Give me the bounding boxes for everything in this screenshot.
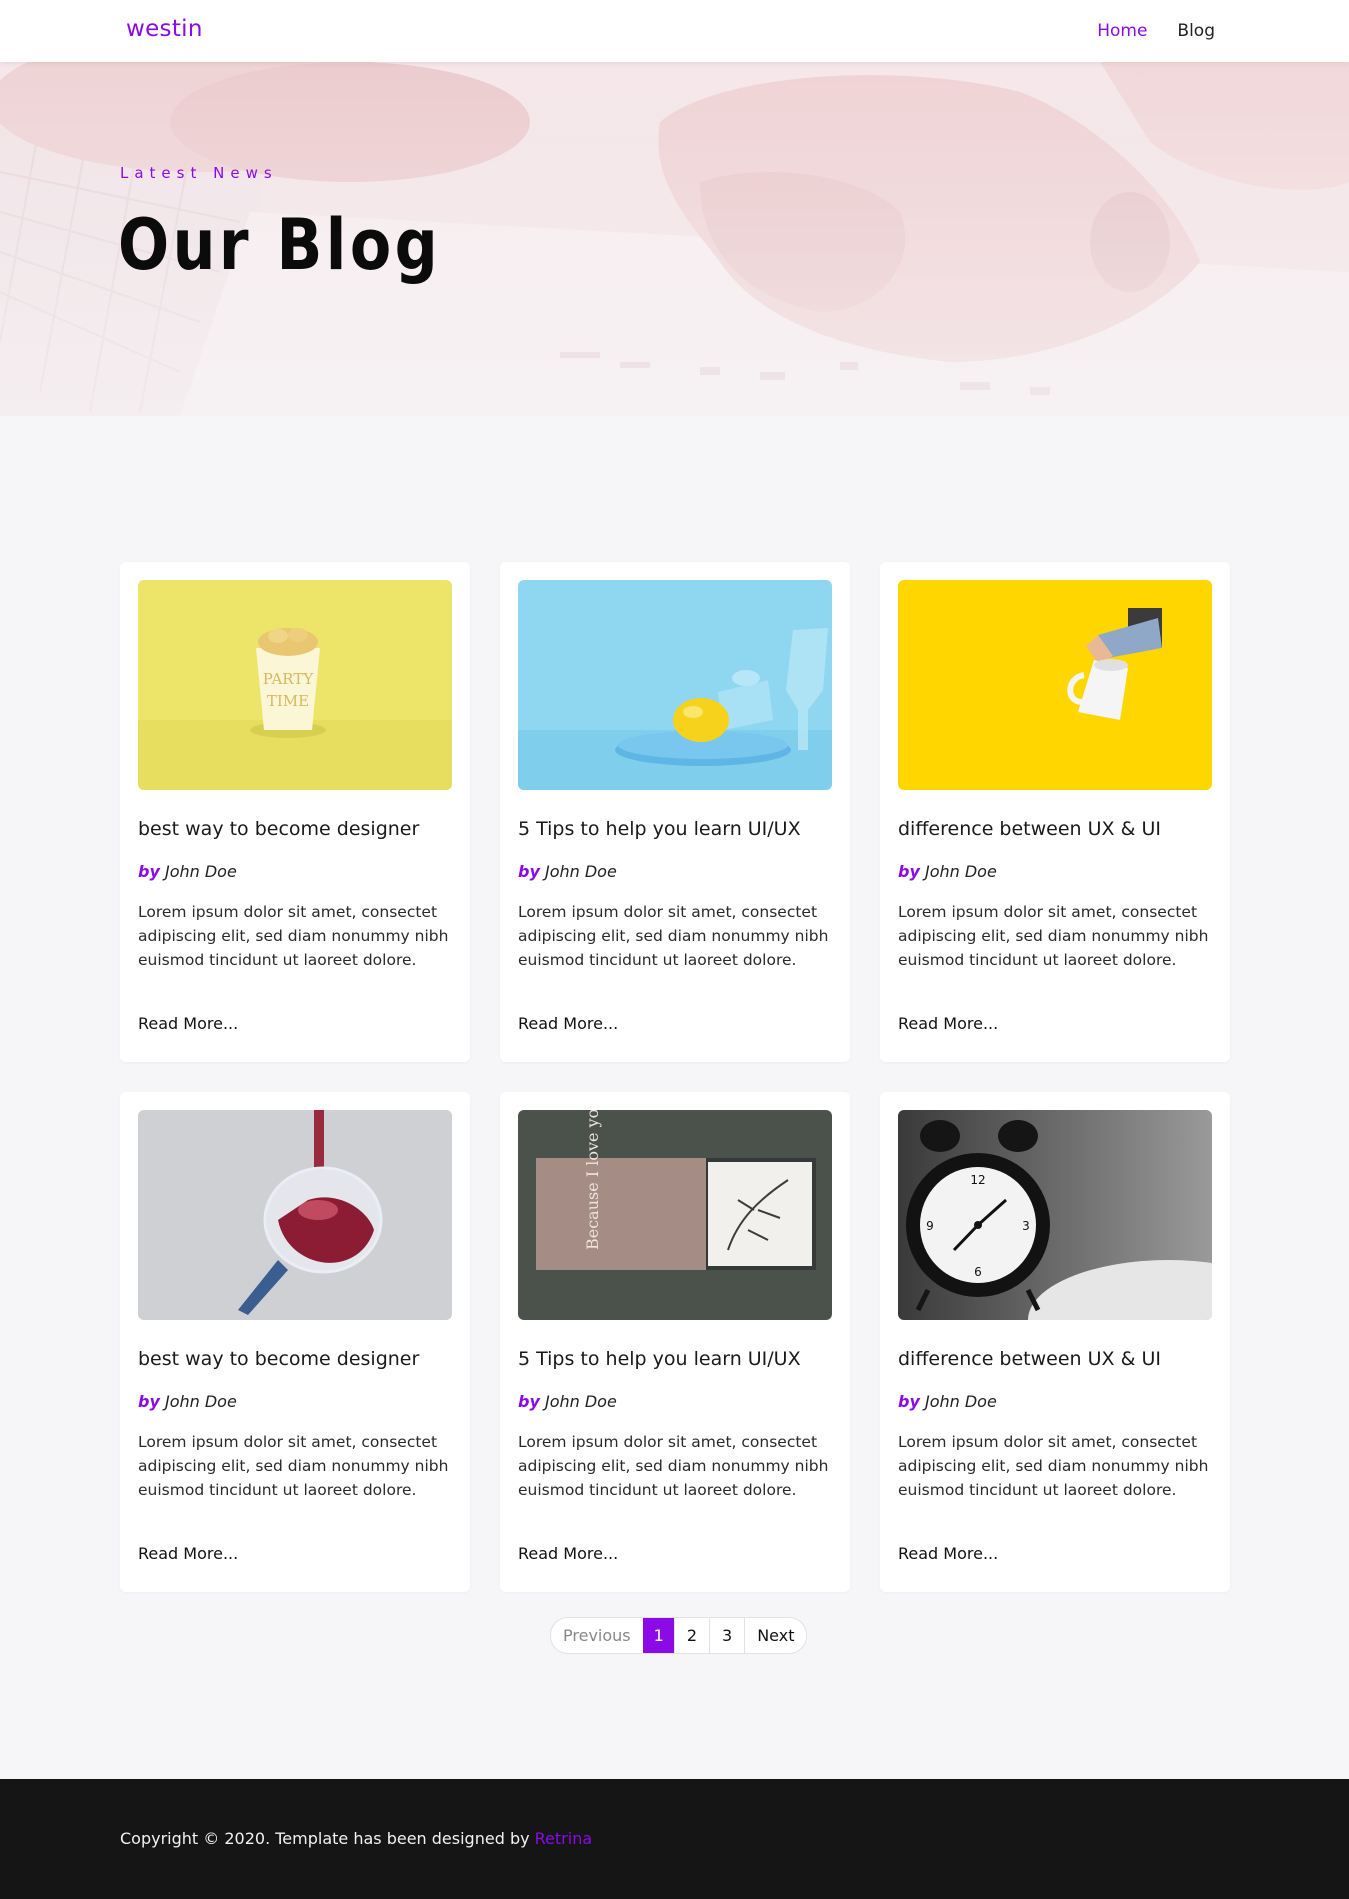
pagination-previous[interactable]: Previous — [551, 1618, 643, 1653]
blog-card: best way to become designer by John Doe … — [120, 1092, 470, 1592]
clock-numeral-6: 6 — [974, 1265, 982, 1279]
blog-card-image[interactable]: PARTY TIME — [138, 580, 452, 790]
pagination-page-2[interactable]: 2 — [673, 1618, 709, 1653]
page-title: Our Blog — [118, 204, 442, 286]
blog-card-title[interactable]: best way to become designer — [138, 818, 458, 840]
blog-card-author: by John Doe — [518, 862, 617, 881]
cup-party-text: PARTY — [263, 670, 315, 688]
blog-card-excerpt: Lorem ipsum dolor sit amet, consectet ad… — [898, 1433, 1209, 1499]
clock-numeral-12: 12 — [970, 1173, 985, 1187]
top-navbar: westin Home Blog — [0, 0, 1349, 62]
blog-card: difference between UX & UI by John Doe L… — [880, 562, 1230, 1062]
read-more-link[interactable]: Read More... — [518, 1544, 618, 1563]
blog-card-excerpt: Lorem ipsum dolor sit amet, consectet ad… — [138, 903, 449, 969]
blog-card-image[interactable] — [138, 1110, 452, 1320]
hand-mug-image — [898, 580, 1212, 790]
read-more-link[interactable]: Read More... — [138, 1544, 238, 1563]
blog-card-image[interactable]: 12 3 6 9 — [898, 1110, 1212, 1320]
page-footer: Copyright © 2020. Template has been desi… — [0, 1779, 1349, 1899]
footer-copyright: Copyright © 2020. Template has been desi… — [120, 1829, 593, 1848]
hero-banner: Latest News Our Blog — [0, 62, 1349, 416]
blog-card-title[interactable]: difference between UX & UI — [898, 818, 1218, 840]
blog-card-excerpt: Lorem ipsum dolor sit amet, consectet ad… — [898, 903, 1209, 969]
blog-card-title[interactable]: 5 Tips to help you learn UI/UX — [518, 1348, 838, 1370]
blog-card-excerpt: Lorem ipsum dolor sit amet, consectet ad… — [518, 1433, 829, 1499]
blog-card: 5 Tips to help you learn UI/UX by John D… — [500, 562, 850, 1062]
blog-card-title[interactable]: 5 Tips to help you learn UI/UX — [518, 818, 838, 840]
blog-card-excerpt: Lorem ipsum dolor sit amet, consectet ad… — [138, 1433, 449, 1499]
blog-card-author: by John Doe — [138, 1392, 237, 1411]
blog-card-excerpt: Lorem ipsum dolor sit amet, consectet ad… — [518, 903, 829, 969]
party-cup-image: PARTY TIME — [138, 580, 452, 790]
clock-numeral-9: 9 — [926, 1219, 934, 1233]
blog-card-title[interactable]: difference between UX & UI — [898, 1348, 1218, 1370]
read-more-link[interactable]: Read More... — [898, 1544, 998, 1563]
blog-card-image[interactable] — [898, 580, 1212, 790]
read-more-link[interactable]: Read More... — [518, 1014, 618, 1033]
blog-card-author: by John Doe — [138, 862, 237, 881]
blog-card-title[interactable]: best way to become designer — [138, 1348, 458, 1370]
blog-card: Because I love you. 5 Tips to help you l… — [500, 1092, 850, 1592]
pagination-page-3[interactable]: 3 — [709, 1618, 744, 1653]
gift-box-image: Because I love you. — [518, 1110, 832, 1320]
blog-card: 12 3 6 9 difference between UX & UI by J… — [880, 1092, 1230, 1592]
hero-eyebrow: Latest News — [120, 164, 278, 182]
cup-time-text: TIME — [267, 692, 309, 710]
nav-link-blog[interactable]: Blog — [1177, 21, 1215, 41]
nav-link-home[interactable]: Home — [1097, 21, 1147, 41]
gift-box-text: Because I love you. — [583, 1110, 602, 1250]
pagination-next[interactable]: Next — [744, 1618, 806, 1653]
main-nav: Home Blog — [1097, 21, 1215, 41]
blog-card: PARTY TIME best way to become designer b… — [120, 562, 470, 1062]
blog-card-author: by John Doe — [898, 862, 997, 881]
pagination: Previous 1 2 3 Next — [550, 1617, 808, 1654]
read-more-link[interactable]: Read More... — [138, 1014, 238, 1033]
blog-card-image[interactable] — [518, 580, 832, 790]
clock-numeral-3: 3 — [1022, 1219, 1030, 1233]
blog-card-author: by John Doe — [898, 1392, 997, 1411]
read-more-link[interactable]: Read More... — [898, 1014, 998, 1033]
blog-card-image[interactable]: Because I love you. — [518, 1110, 832, 1320]
designer-link[interactable]: Retrina — [535, 1829, 592, 1848]
wine-glass-image — [138, 1110, 452, 1320]
alarm-clock-image: 12 3 6 9 — [898, 1110, 1212, 1320]
pagination-page-1[interactable]: 1 — [642, 1618, 674, 1653]
blog-card-author: by John Doe — [518, 1392, 617, 1411]
lemon-plate-image — [518, 580, 832, 790]
brand-logo[interactable]: westin — [126, 16, 203, 42]
